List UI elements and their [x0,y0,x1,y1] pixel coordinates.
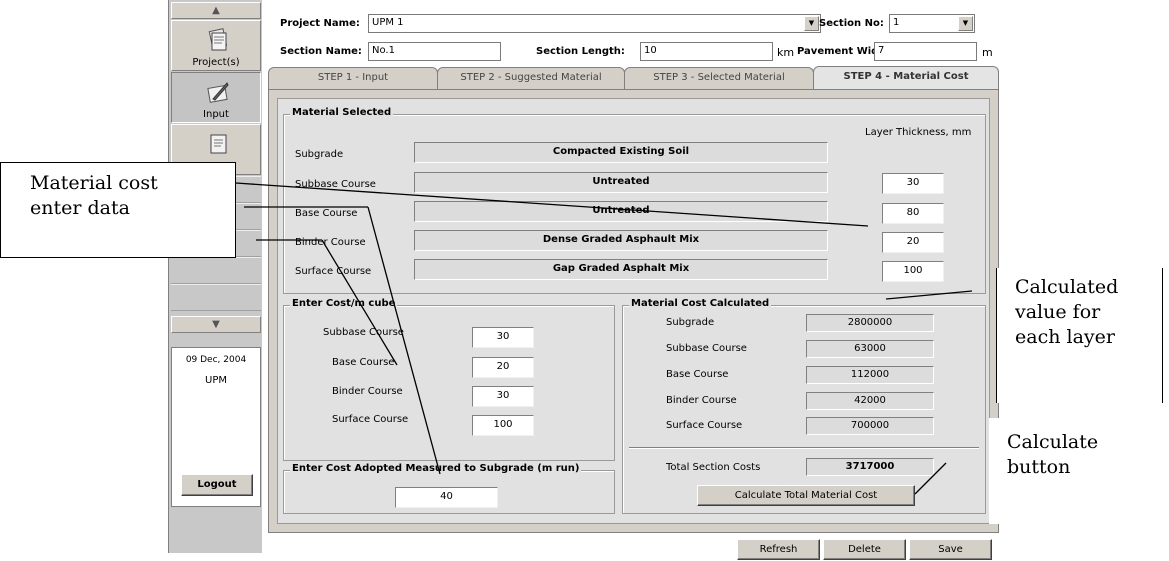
cost-base-input[interactable]: 20 [472,357,534,378]
annotation-text: enter data [30,197,130,219]
logout-button[interactable]: Logout [181,474,253,496]
project-name-label: Project Name: [280,18,360,29]
calc-label-surface: Surface Course [666,420,743,431]
material-selected-group: Material Selected Layer Thickness, mm Su… [283,107,986,294]
cost-binder-input[interactable]: 30 [472,386,534,407]
project-name-value: UPM 1 [372,17,404,28]
session-info-panel: 09 Dec, 2004 UPM Logout [171,347,261,507]
cost-subbase-input[interactable]: 30 [472,327,534,348]
project-name-select[interactable]: UPM 1 ▼ [368,14,821,33]
material-subbase: Untreated [414,172,828,193]
thickness-base-input[interactable]: 80 [882,203,944,224]
section-no-value: 1 [893,17,900,28]
annotation-text: Material cost [30,172,158,194]
sidebar-item-projects[interactable]: Project(s) [171,20,261,71]
row-label-subbase: Subbase Course [295,179,376,190]
total-section-costs-label: Total Section Costs [666,462,761,473]
chevron-down-icon[interactable]: ▼ [958,16,973,31]
row-label-binder: Binder Course [295,237,366,248]
subgrade-cost-title: Enter Cost Adopted Measured to Subgrade … [290,463,582,474]
annotation-text: each layer [1015,326,1115,348]
total-section-costs-value: 3717000 [806,458,934,476]
cost-label-binder: Binder Course [332,386,403,397]
annotation-text: value for [1015,301,1101,323]
annotation-material-cost: Material cost enter data [0,162,236,258]
cost-label-surface: Surface Course [332,414,409,425]
document-icon [210,134,227,154]
chevron-down-icon[interactable]: ▼ [804,16,819,31]
material-cost-title: Material Cost Calculated [629,298,772,309]
material-selected-title: Material Selected [290,107,394,118]
pavement-width-field[interactable]: 7 [874,42,977,61]
row-label-base: Base Course [295,208,358,219]
divider [629,447,979,449]
tab-step-1-input[interactable]: STEP 1 - Input [268,67,438,89]
cost-label-base: Base Course [332,357,395,368]
tab-step-3-selected-material[interactable]: STEP 3 - Selected Material [624,67,814,89]
tab-panel: Material Selected Layer Thickness, mm Su… [268,89,999,533]
thickness-subbase-input[interactable]: 30 [882,173,944,194]
tab-content: Material Selected Layer Thickness, mm Su… [277,98,990,524]
sidebar-item-label: Project(s) [192,57,240,68]
sidebar: ▲ Project(s) Input Output ▼ 09 Dec, 2004… [168,0,262,553]
row-label-subgrade: Subgrade [295,149,344,160]
calc-value-binder: 42000 [806,392,934,410]
tab-step-2-suggested-material[interactable]: STEP 2 - Suggested Material [437,67,625,89]
material-base: Untreated [414,201,828,222]
calc-value-surface: 700000 [806,417,934,435]
section-length-unit: km [777,46,795,59]
subgrade-cost-group: Enter Cost Adopted Measured to Subgrade … [283,463,615,514]
delete-button[interactable]: Delete [823,539,906,560]
material-surface: Gap Graded Asphalt Mix [414,259,828,280]
layer-thickness-header: Layer Thickness, mm [865,127,972,138]
calculate-total-material-cost-button[interactable]: Calculate Total Material Cost [697,485,915,506]
section-name-field[interactable]: No.1 [368,42,501,61]
annotation-text: button [1007,456,1071,478]
section-name-label: Section Name: [280,46,362,57]
row-label-surface: Surface Course [295,266,372,277]
calc-label-base: Base Course [666,369,729,380]
save-button[interactable]: Save [909,539,992,560]
section-no-select[interactable]: 1 ▼ [889,14,975,33]
section-length-field[interactable]: 10 [640,42,773,61]
section-length-label: Section Length: [536,46,625,57]
thickness-surface-input[interactable]: 100 [882,261,944,282]
thickness-binder-input[interactable]: 20 [882,232,944,253]
annotation-calculated-value: Calculated value for each layer [996,268,1163,403]
documents-icon [208,28,228,51]
cost-per-cube-title: Enter Cost/m cube [290,298,398,309]
subgrade-cost-input[interactable]: 40 [395,487,498,508]
feather-pen-icon [207,82,229,103]
sidebar-empty-slot [171,257,261,284]
material-cost-group: Material Cost Calculated Subgrade 280000… [622,298,986,514]
session-date: 09 Dec, 2004 [185,355,247,365]
annotation-text: Calculate [1007,431,1099,453]
scroll-down-arrow-icon[interactable]: ▼ [171,316,261,333]
sidebar-item-label: Input [203,109,229,120]
annotation-calculate-button: Calculate button [989,418,1164,524]
sidebar-item-input[interactable]: Input [171,72,261,123]
cost-surface-input[interactable]: 100 [472,415,534,436]
calc-value-subbase: 63000 [806,340,934,358]
pavement-width-unit: m [982,46,993,59]
refresh-button[interactable]: Refresh [737,539,820,560]
annotation-text: Calculated [1015,276,1119,298]
material-subgrade: Compacted Existing Soil [414,142,828,163]
calc-label-subgrade: Subgrade [666,317,715,328]
sidebar-empty-slot [171,284,261,311]
cost-per-cube-group: Enter Cost/m cube Subbase Course 30 Base… [283,298,615,461]
cost-label-subbase: Subbase Course [323,327,404,338]
calc-value-base: 112000 [806,366,934,384]
calc-value-subgrade: 2800000 [806,314,934,332]
material-binder: Dense Graded Asphault Mix [414,230,828,251]
scroll-up-arrow-icon[interactable]: ▲ [171,2,261,19]
tab-step-4-material-cost[interactable]: STEP 4 - Material Cost [813,66,999,90]
calc-label-subbase: Subbase Course [666,343,747,354]
calc-label-binder: Binder Course [666,395,737,406]
section-no-label: Section No: [819,18,884,29]
session-user: UPM [205,375,227,386]
